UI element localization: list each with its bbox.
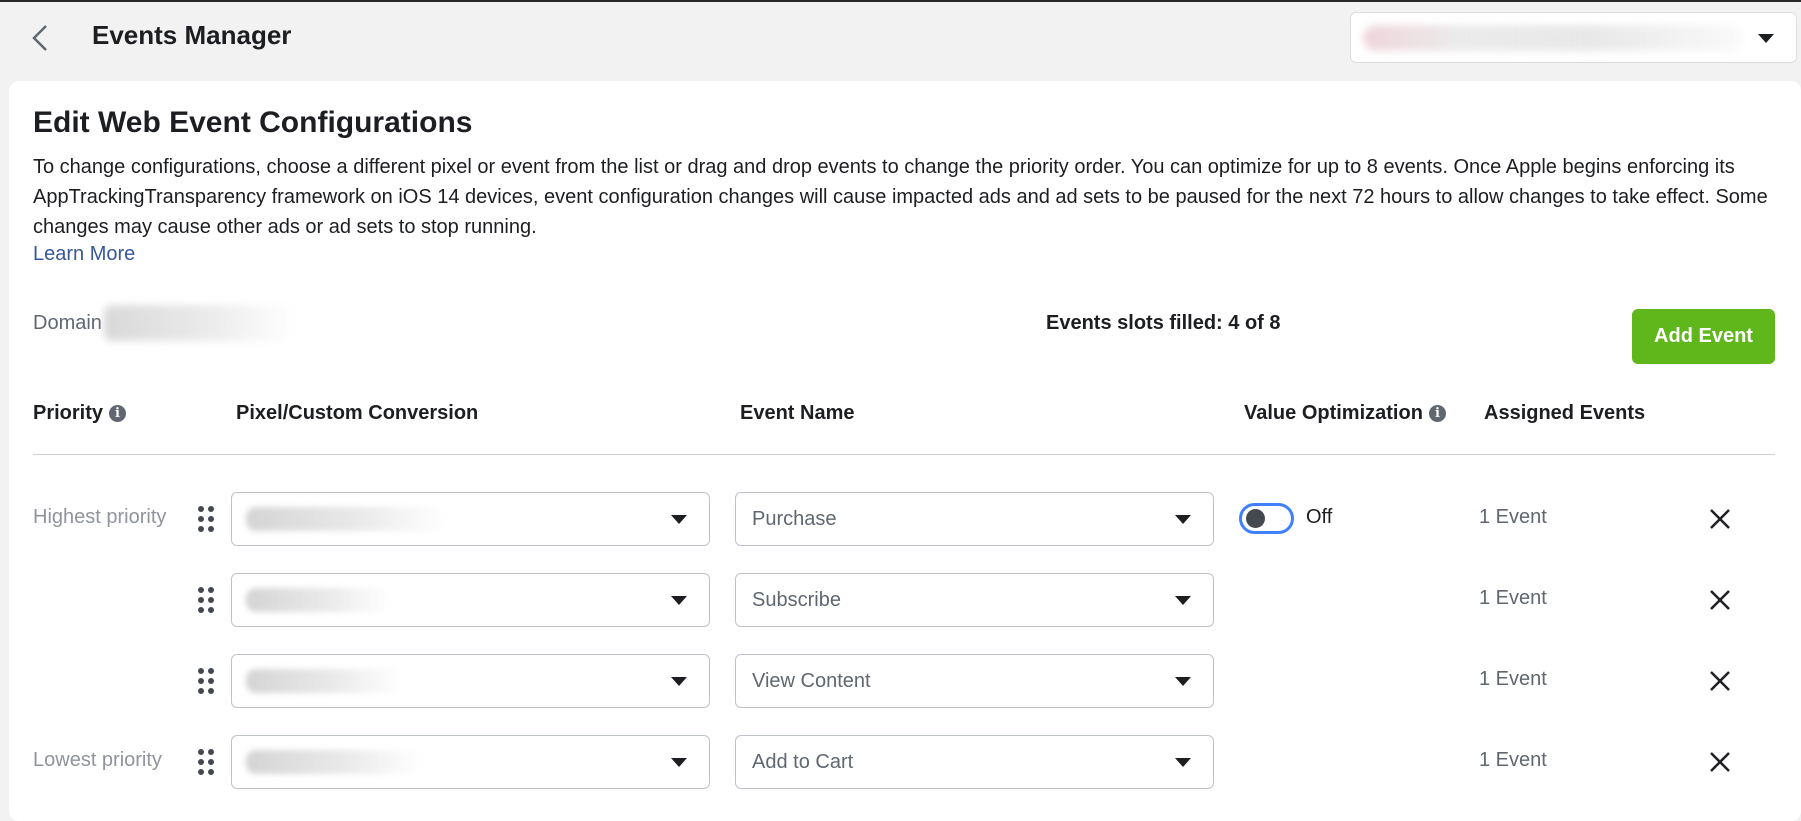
drag-handle-icon[interactable] bbox=[198, 749, 216, 775]
event-row: Subscribe 1 Event bbox=[0, 572, 1801, 628]
value-optimization-state: Off bbox=[1306, 506, 1333, 528]
assigned-events-count: 1 Event bbox=[1479, 668, 1547, 690]
domain-label: Domain bbox=[33, 312, 102, 334]
header-pixel: Pixel/Custom Conversion bbox=[236, 402, 479, 424]
event-name-value: Subscribe bbox=[752, 589, 841, 611]
redacted-pixel-name bbox=[246, 588, 391, 612]
event-name-value: Add to Cart bbox=[752, 751, 854, 773]
event-row: Highest priority Purchase Off 1 Event bbox=[0, 491, 1801, 547]
caret-down-icon bbox=[1175, 758, 1191, 767]
caret-down-icon bbox=[671, 596, 687, 605]
pixel-dropdown[interactable] bbox=[231, 573, 710, 627]
event-name-dropdown[interactable]: Purchase bbox=[735, 492, 1214, 546]
app-title: Events Manager bbox=[92, 20, 292, 50]
info-icon[interactable]: i bbox=[1428, 405, 1446, 422]
caret-down-icon bbox=[1175, 677, 1191, 686]
caret-down-icon bbox=[1175, 596, 1191, 605]
header-divider bbox=[33, 454, 1775, 455]
header-event-name: Event Name bbox=[740, 402, 855, 424]
header-value-optimization-label: Value Optimization bbox=[1244, 402, 1423, 424]
header-priority: Priority i bbox=[33, 402, 127, 425]
close-icon[interactable] bbox=[1707, 668, 1733, 694]
close-icon[interactable] bbox=[1707, 506, 1733, 532]
header-priority-label: Priority bbox=[33, 402, 104, 424]
event-name-dropdown[interactable]: Subscribe bbox=[735, 573, 1214, 627]
redacted-pixel-name bbox=[246, 750, 421, 774]
close-icon[interactable] bbox=[1707, 587, 1733, 613]
caret-down-icon bbox=[1175, 515, 1191, 524]
drag-handle-icon[interactable] bbox=[198, 668, 216, 694]
top-bar: Events Manager bbox=[0, 0, 1801, 76]
event-row: Lowest priority Add to Cart 1 Event bbox=[0, 734, 1801, 790]
add-event-button[interactable]: Add Event bbox=[1632, 309, 1775, 364]
redacted-domain-value bbox=[104, 305, 294, 341]
drag-handle-icon[interactable] bbox=[198, 506, 216, 532]
pixel-dropdown[interactable] bbox=[231, 735, 710, 789]
caret-down-icon bbox=[671, 677, 687, 686]
assigned-events-count: 1 Event bbox=[1479, 749, 1547, 771]
event-name-dropdown[interactable]: View Content bbox=[735, 654, 1214, 708]
header-value-optimization: Value Optimization i bbox=[1244, 402, 1446, 425]
info-icon[interactable]: i bbox=[109, 405, 127, 422]
caret-down-icon bbox=[1758, 34, 1774, 43]
redacted-account-name bbox=[1363, 25, 1743, 51]
value-optimization-toggle[interactable] bbox=[1239, 503, 1294, 534]
redacted-pixel-name bbox=[246, 507, 446, 531]
event-name-value: Purchase bbox=[752, 508, 837, 530]
pixel-dropdown[interactable] bbox=[231, 492, 710, 546]
account-selector[interactable] bbox=[1350, 12, 1797, 63]
priority-label: Lowest priority bbox=[33, 749, 162, 771]
drag-handle-icon[interactable] bbox=[198, 587, 216, 613]
redacted-pixel-name bbox=[246, 669, 401, 693]
caret-down-icon bbox=[671, 758, 687, 767]
learn-more-link[interactable]: Learn More bbox=[33, 243, 135, 266]
back-chevron-icon[interactable] bbox=[26, 20, 56, 56]
close-icon[interactable] bbox=[1707, 749, 1733, 775]
priority-label: Highest priority bbox=[33, 506, 167, 528]
header-assigned-events: Assigned Events bbox=[1484, 402, 1646, 424]
page-title: Edit Web Event Configurations bbox=[33, 106, 473, 139]
event-row: View Content 1 Event bbox=[0, 653, 1801, 709]
assigned-events-count: 1 Event bbox=[1479, 587, 1547, 609]
assigned-events-count: 1 Event bbox=[1479, 506, 1547, 528]
pixel-dropdown[interactable] bbox=[231, 654, 710, 708]
event-slots-counter: Events slots filled: 4 of 8 bbox=[1046, 312, 1281, 334]
toggle-knob bbox=[1246, 509, 1265, 528]
caret-down-icon bbox=[671, 515, 687, 524]
event-name-dropdown[interactable]: Add to Cart bbox=[735, 735, 1214, 789]
event-name-value: View Content bbox=[752, 670, 871, 692]
description-text: To change configurations, choose a diffe… bbox=[33, 156, 1768, 238]
